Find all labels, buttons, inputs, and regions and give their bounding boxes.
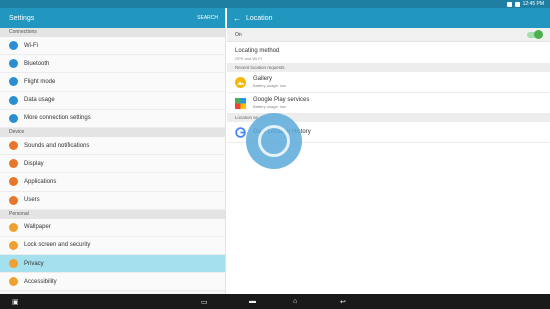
toggle-knob xyxy=(534,30,543,39)
play-services-sub: Battery usage: low xyxy=(253,104,286,109)
sidebar-item-wi-fi[interactable]: Wi-Fi xyxy=(0,37,225,56)
back-icon[interactable]: ↩ xyxy=(340,298,346,306)
sidebar-item-label: Accessibility xyxy=(24,278,57,285)
sidebar-item-applications[interactable]: Applications xyxy=(0,173,225,192)
app-drawer-icon[interactable]: ▣ xyxy=(12,298,19,306)
location-title: Location xyxy=(246,14,273,22)
sidebar-item-label: More connection settings xyxy=(24,115,91,122)
sidebar-item-label: Data usage xyxy=(24,97,55,104)
data-usage-icon xyxy=(9,95,18,105)
sidebar-item-wallpaper[interactable]: Wallpaper xyxy=(0,218,225,237)
lock-icon xyxy=(9,240,18,250)
users-icon xyxy=(9,195,18,205)
section-header: Device xyxy=(0,127,225,137)
sidebar-item-users[interactable]: Users xyxy=(0,191,225,210)
status-time: 12:45 PM xyxy=(522,1,544,7)
battery-icon xyxy=(514,1,520,7)
on-label: On xyxy=(235,31,242,38)
location-header: ← Location xyxy=(227,8,550,28)
sound-icon xyxy=(9,141,18,151)
airplane-icon xyxy=(9,77,18,87)
accessibility-icon xyxy=(9,277,18,287)
wifi-status-icon xyxy=(506,1,512,7)
gallery-title: Gallery xyxy=(253,76,273,82)
bluetooth-icon xyxy=(9,59,18,69)
settings-header: Settings SEARCH xyxy=(0,8,225,28)
sidebar-item-label: Display xyxy=(24,160,44,167)
back-arrow-icon[interactable]: ← xyxy=(233,14,241,23)
multiwindow-icon[interactable]: ▬ xyxy=(249,298,256,305)
search-button[interactable]: SEARCH xyxy=(197,15,218,21)
sidebar-item-flight-mode[interactable]: Flight mode xyxy=(0,73,225,92)
location-toggle-row[interactable]: On xyxy=(227,28,550,42)
settings-list: Connections Wi-Fi Bluetooth Flight mode Data… xyxy=(0,28,225,292)
recent-requests-header: Recent location requests xyxy=(227,64,550,72)
section-header: Personal xyxy=(0,209,225,219)
sidebar-item-accessibility[interactable]: Accessibility xyxy=(0,273,225,292)
sidebar-item-more-connection-settings[interactable]: More connection settings xyxy=(0,109,225,128)
sidebar-item-lock-screen-and-security[interactable]: Lock screen and security xyxy=(0,236,225,256)
gallery-sub: Battery usage: low xyxy=(253,83,286,88)
sidebar-item-sounds-and-notifications[interactable]: Sounds and notifications xyxy=(0,136,225,156)
sidebar-item-label: Wi-Fi xyxy=(24,42,38,49)
puzzle-piece-icon xyxy=(235,97,246,109)
home-icon[interactable]: ⌂ xyxy=(293,298,297,305)
sidebar-item-label: Wallpaper xyxy=(24,224,51,231)
play-services-title: Google Play services xyxy=(253,97,310,103)
sidebar-item-label: Lock screen and security xyxy=(24,242,91,249)
touch-ripple-ring xyxy=(258,125,290,157)
wifi-icon xyxy=(9,41,18,51)
recent-apps-icon[interactable]: ▭ xyxy=(201,298,208,306)
locating-method-sub: GPS and Wi-Fi xyxy=(235,56,262,61)
location-toggle[interactable] xyxy=(527,30,543,39)
sidebar-item-privacy[interactable]: Privacy xyxy=(0,255,225,274)
sidebar-item-label: Applications xyxy=(24,178,57,185)
locating-method-row[interactable]: Locating method GPS and Wi-Fi xyxy=(227,42,550,64)
google-g-icon xyxy=(235,126,246,138)
apps-icon xyxy=(9,177,18,187)
sidebar-item-label: Privacy xyxy=(24,260,44,267)
navigation-bar: ▣ ▭ ▬ ⌂ ↩ xyxy=(0,294,550,309)
gallery-icon xyxy=(235,76,246,88)
sidebar-item-bluetooth[interactable]: Bluetooth xyxy=(0,55,225,74)
privacy-icon xyxy=(9,259,18,269)
status-bar: 12:45 PM xyxy=(0,0,550,8)
sidebar-item-label: Users xyxy=(24,197,40,204)
play-services-row[interactable]: Google Play services Battery usage: low xyxy=(227,93,550,114)
sidebar-item-label: Sounds and notifications xyxy=(24,142,90,149)
sidebar-item-label: Bluetooth xyxy=(24,60,50,67)
display-icon xyxy=(9,159,18,169)
settings-panel: Settings SEARCH Connections Wi-Fi Bluetoot… xyxy=(0,8,226,294)
more-connections-icon xyxy=(9,113,18,123)
sidebar-item-label: Flight mode xyxy=(24,78,56,85)
sidebar-item-data-usage[interactable]: Data usage xyxy=(0,91,225,110)
section-header: Connections xyxy=(0,28,225,37)
locating-method-title: Locating method xyxy=(235,48,280,54)
sidebar-item-display[interactable]: Display xyxy=(0,155,225,174)
gallery-row[interactable]: Gallery Battery usage: low xyxy=(227,72,550,93)
wallpaper-icon xyxy=(9,222,18,232)
settings-title: Settings xyxy=(9,14,35,22)
